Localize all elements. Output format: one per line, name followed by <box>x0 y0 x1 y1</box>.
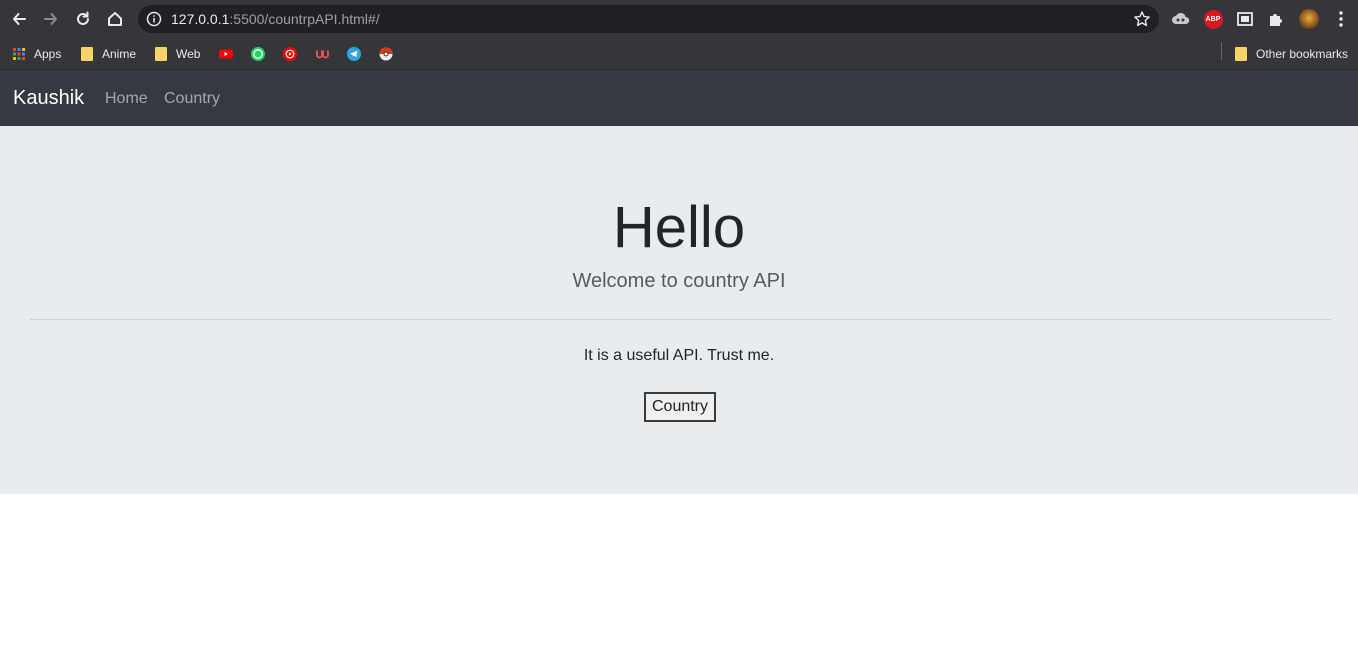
site-navbar: Kaushik Home Country <box>0 70 1358 126</box>
browser-toolbar: 127.0.0.1:5500/countrpAPI.html#/ ABP <box>0 0 1358 38</box>
description-text: It is a useful API. Trust me. <box>583 347 775 364</box>
pokeball-icon <box>379 47 393 61</box>
nav-link-country[interactable]: Country <box>164 89 220 109</box>
bookmark-folder-other[interactable]: Other bookmarks <box>1233 43 1348 65</box>
folder-icon <box>79 46 95 62</box>
reload-icon <box>77 11 89 25</box>
reload-button[interactable] <box>70 6 96 32</box>
bookmark-youtube-music[interactable] <box>282 43 298 65</box>
folder-icon <box>153 46 169 62</box>
udemy-icon <box>316 50 329 59</box>
avatar <box>1299 9 1319 29</box>
folder-icon <box>1233 46 1249 62</box>
more-vertical-icon <box>1339 11 1343 27</box>
bookmark-whatsapp[interactable] <box>250 43 266 65</box>
bookmark-pokeball[interactable] <box>378 43 394 65</box>
adblock-icon: ABP <box>1203 9 1223 29</box>
puzzle-icon <box>1270 14 1282 26</box>
home-icon <box>108 12 122 26</box>
bookmark-apps-label: Apps <box>34 47 62 61</box>
page-title: Hello <box>612 195 746 260</box>
telegram-icon <box>347 47 361 61</box>
bookmark-other-label: Other bookmarks <box>1256 47 1349 61</box>
cloud-extension-icon <box>1172 12 1190 24</box>
jumbotron: Hello Welcome to country API It is a use… <box>0 126 1358 494</box>
bookmarks-bar <box>0 38 1358 70</box>
bookmark-folder-anime[interactable]: Anime <box>79 43 136 65</box>
info-icon[interactable] <box>146 11 162 27</box>
url-path: :5500/countrpAPI.html#/ <box>229 11 380 27</box>
profile-button[interactable] <box>1299 9 1319 29</box>
apps-grid-icon <box>13 48 25 60</box>
bookmark-udemy[interactable] <box>314 43 330 65</box>
back-button[interactable] <box>6 6 32 32</box>
url-text[interactable]: 127.0.0.1:5500/countrpAPI.html#/ <box>171 11 380 27</box>
arrow-left-icon <box>13 13 26 25</box>
whatsapp-icon <box>251 47 265 61</box>
youtube-icon <box>219 49 233 59</box>
extensions-button[interactable] <box>1266 9 1286 29</box>
star-icon[interactable] <box>1133 10 1151 28</box>
address-bar[interactable]: 127.0.0.1:5500/countrpAPI.html#/ <box>138 5 1159 33</box>
arrow-right-icon <box>44 13 57 25</box>
url-host: 127.0.0.1 <box>171 11 230 27</box>
bookmark-youtube[interactable] <box>218 43 234 65</box>
forward-button[interactable] <box>38 6 64 32</box>
youtube-music-icon <box>283 47 297 61</box>
bookmark-anime-label: Anime <box>102 47 137 61</box>
country-button[interactable]: Country <box>644 392 716 422</box>
bookmark-folder-web[interactable]: Web <box>153 43 200 65</box>
navbar-brand[interactable]: Kaushik <box>13 86 84 110</box>
nav-link-home[interactable]: Home <box>105 89 148 109</box>
bookmark-apps[interactable]: Apps <box>11 43 61 65</box>
picture-in-picture-icon <box>1237 12 1253 26</box>
extension-cloud-button[interactable] <box>1171 9 1191 29</box>
adblock-extension-button[interactable]: ABP <box>1203 9 1223 29</box>
divider <box>30 319 1331 320</box>
bookmarks-divider <box>1221 42 1222 60</box>
media-extension-button[interactable] <box>1235 9 1255 29</box>
browser-menu-button[interactable] <box>1331 9 1351 29</box>
lead-text: Welcome to country API <box>572 270 786 292</box>
bookmark-telegram[interactable] <box>346 43 362 65</box>
bookmark-web-label: Web <box>176 47 201 61</box>
home-button[interactable] <box>102 6 128 32</box>
